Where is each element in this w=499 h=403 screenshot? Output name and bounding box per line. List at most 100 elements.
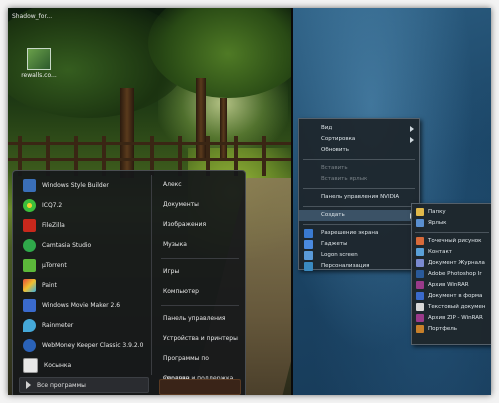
program-item[interactable]: Windows Style Builder: [17, 175, 151, 195]
submenu-item-label: Папку: [428, 209, 446, 215]
submenu-arrow-icon: [410, 126, 414, 132]
context-item-label: Обновить: [321, 147, 349, 153]
new-folder-item[interactable]: Папку: [412, 207, 491, 218]
place-control-panel[interactable]: Панель управления: [157, 309, 243, 329]
icq-flower-icon: [23, 198, 36, 212]
context-item-label: Вставить: [321, 165, 348, 171]
separator: [303, 206, 415, 207]
new-contact-item[interactable]: Контакт: [412, 247, 491, 258]
camtasia-icon: [23, 238, 36, 252]
program-item[interactable]: Rainmeter: [17, 315, 151, 335]
new-zip-item[interactable]: Архив ZIP - WinRAR: [412, 313, 491, 324]
briefcase-icon: [416, 325, 424, 333]
paint-icon: [23, 278, 36, 292]
program-item[interactable]: WebMoney Keeper Classic 3.9.2.0: [17, 335, 151, 355]
shortcut-icon: [416, 219, 424, 227]
display-icon: [304, 229, 313, 238]
context-item-personalize[interactable]: Персонализация: [299, 261, 419, 272]
place-pictures[interactable]: Изображения: [157, 215, 243, 235]
gadgets-icon: [304, 240, 313, 249]
submenu-item-label: Документ Журнала: [428, 260, 485, 266]
submenu-item-label: Портфель: [428, 326, 458, 332]
style-builder-icon: [23, 178, 36, 192]
context-item-resolution[interactable]: Разрешение экрана: [299, 228, 419, 239]
submenu-item-label: Текстовый докумен: [428, 304, 486, 310]
utorrent-icon: [23, 258, 36, 272]
separator: [161, 258, 239, 259]
context-item-label: Разрешение экрана: [321, 230, 379, 236]
new-doc-format-item[interactable]: Документ в форма: [412, 291, 491, 302]
desktop-icon[interactable]: rewalls.co...: [14, 48, 64, 79]
program-label: µTorrent: [42, 261, 67, 269]
new-journal-item[interactable]: Документ Журнала: [412, 258, 491, 269]
doc-format-icon: [416, 292, 424, 300]
filezilla-icon: [23, 218, 36, 232]
contact-icon: [416, 248, 424, 256]
context-item-refresh[interactable]: Обновить: [299, 145, 419, 156]
place-user[interactable]: Алекс: [157, 175, 243, 195]
program-item[interactable]: µTorrent: [17, 255, 151, 275]
program-item[interactable]: Windows Movie Maker 2.6: [17, 295, 151, 315]
program-item[interactable]: Paint: [17, 275, 151, 295]
separator: [303, 188, 415, 189]
place-computer[interactable]: Компьютер: [157, 282, 243, 302]
image-file-icon: [27, 48, 51, 70]
new-winrar-item[interactable]: Архив WinRAR: [412, 280, 491, 291]
bitmap-icon: [416, 237, 424, 245]
context-item-nvidia[interactable]: Панель управления NVIDIA: [299, 192, 419, 203]
separator: [303, 224, 415, 225]
context-item-create[interactable]: Создать: [299, 210, 419, 221]
place-documents[interactable]: Документы: [157, 195, 243, 215]
program-label: Paint: [42, 281, 57, 289]
submenu-item-label: Контакт: [428, 249, 452, 255]
separator: [415, 232, 489, 233]
text-doc-icon: [416, 303, 424, 311]
start-menu: Windows Style Builder ICQ7.2 FileZilla C…: [12, 170, 246, 395]
program-list: Windows Style Builder ICQ7.2 FileZilla C…: [17, 175, 151, 375]
submenu-item-label: Ярлык: [428, 220, 447, 226]
program-item[interactable]: ICQ7.2: [17, 195, 151, 215]
screen-divider: [291, 8, 293, 395]
rainmeter-icon: [23, 318, 36, 332]
shutdown-button[interactable]: [159, 379, 241, 395]
new-shortcut-item[interactable]: Ярлык: [412, 218, 491, 229]
column-divider: [151, 175, 152, 375]
context-item-label: Создать: [321, 212, 345, 218]
personalize-icon: [304, 262, 313, 271]
triangle-right-icon: [26, 381, 31, 389]
separator: [303, 159, 415, 160]
all-programs-label: Все программы: [37, 381, 86, 389]
new-briefcase-item[interactable]: Портфель: [412, 324, 491, 335]
program-item[interactable]: Camtasia Studio: [17, 235, 151, 255]
context-item-label: Гаджеты: [321, 241, 348, 247]
submenu-item-label: Adobe Photoshop Ir: [428, 271, 482, 277]
context-item-view[interactable]: Вид: [299, 123, 419, 134]
new-text-doc-item[interactable]: Текстовый докумен: [412, 302, 491, 313]
context-item-label: Персонализация: [321, 263, 370, 269]
desktop-window-tab[interactable]: Shadow_for...: [8, 10, 72, 24]
context-item-label: Logon screen: [321, 252, 358, 258]
program-item[interactable]: Косынка: [17, 355, 151, 375]
place-default-programs[interactable]: Программы по умолчан...: [157, 349, 243, 382]
place-devices-printers[interactable]: Устройства и принтеры: [157, 329, 243, 349]
context-item-paste-shortcut: Вставить ярлык: [299, 174, 419, 185]
screenshot-frame: Shadow_for... rewalls.co... Windows Styl…: [8, 8, 491, 395]
place-games[interactable]: Игры: [157, 262, 243, 282]
context-item-sort[interactable]: Сортировка: [299, 134, 419, 145]
program-item[interactable]: FileZilla: [17, 215, 151, 235]
new-photoshop-item[interactable]: Adobe Photoshop Ir: [412, 269, 491, 280]
program-label: ICQ7.2: [42, 201, 63, 209]
movie-maker-icon: [23, 298, 36, 312]
program-label: Windows Style Builder: [42, 181, 109, 189]
context-item-paste: Вставить: [299, 163, 419, 174]
context-item-logon[interactable]: Logon screen: [299, 250, 419, 261]
desktop-icon-label: rewalls.co...: [21, 72, 57, 79]
place-music[interactable]: Музыка: [157, 235, 243, 255]
context-item-gadgets[interactable]: Гаджеты: [299, 239, 419, 250]
journal-icon: [416, 259, 424, 267]
new-bitmap-item[interactable]: Точечный рисунок: [412, 236, 491, 247]
all-programs-button[interactable]: Все программы: [19, 377, 149, 393]
desktop-context-menu: Вид Сортировка Обновить Вставить Вставит…: [298, 118, 420, 272]
logon-icon: [304, 251, 313, 260]
program-label: Windows Movie Maker 2.6: [42, 301, 121, 309]
